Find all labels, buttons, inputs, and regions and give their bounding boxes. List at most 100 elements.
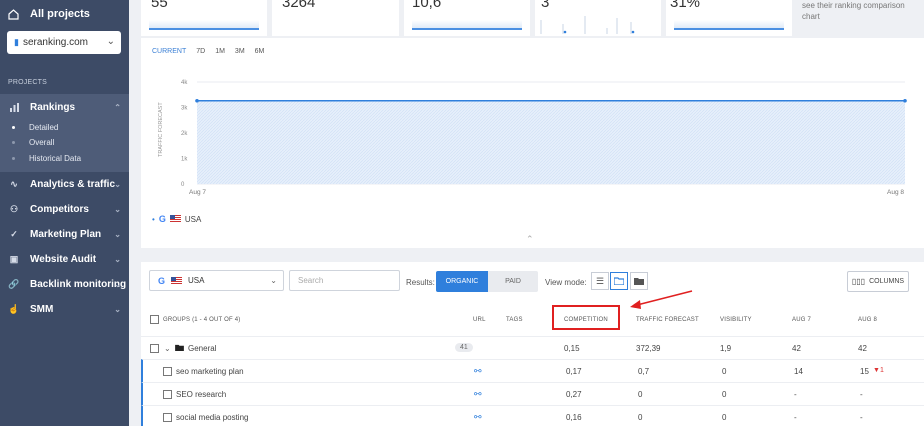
keyword-search-input[interactable]: Search (289, 270, 400, 291)
stat-value-5: 31% (670, 0, 701, 11)
list-view-button[interactable]: ☰ (591, 272, 609, 290)
group-aug8: 42 (858, 344, 867, 353)
y-tick-label: 2k (181, 131, 188, 137)
nav-smm[interactable]: ☝ SMM ⌄ (0, 298, 129, 320)
select-all-checkbox[interactable] (150, 315, 159, 324)
aug8-header[interactable]: AUG 8 (858, 317, 877, 323)
results-label: Results: (406, 278, 435, 287)
x-tick-label: Aug 7 (189, 189, 206, 196)
keyword-traffic: 0 (638, 390, 643, 399)
keyword-competition: 0,27 (566, 390, 582, 399)
site-select[interactable]: ▮ seranking.com ⌄ (7, 31, 121, 54)
tab-6m[interactable]: 6M (255, 48, 265, 55)
data-point (195, 98, 199, 103)
group-competition: 0,15 (564, 344, 580, 353)
organic-toggle[interactable]: ORGANIC (436, 271, 488, 292)
drop-arrow-icon: ▼ (873, 367, 880, 374)
chevron-down-icon: ⌄ (114, 229, 121, 239)
tags-header[interactable]: TAGS (506, 317, 523, 323)
url-header[interactable]: URL (473, 317, 486, 323)
group-row[interactable]: ⌄ General 41 0,15 372,39 1,9 42 42 (141, 336, 924, 359)
stat-card-5[interactable]: 31% (666, 0, 792, 36)
search-placeholder: Search (298, 276, 324, 285)
groups-header: GROUPS (1 - 4 OUT OF 4) (150, 315, 241, 324)
row-checkbox[interactable] (163, 390, 172, 401)
nav-website-audit[interactable]: ▣ Website Audit ⌄ (0, 248, 129, 270)
nav-rankings[interactable]: Rankings ⌃ (0, 96, 129, 118)
sub-detailed[interactable]: Detailed (12, 123, 58, 132)
link-icon[interactable]: ⚯ (474, 389, 482, 400)
chevron-down-icon: ⌄ (114, 254, 121, 264)
keyword-aug8: - (860, 413, 863, 422)
stat-card-2[interactable]: 3264 (272, 0, 399, 36)
keyword-row[interactable]: SEO research ⚯ 0,27 0 0 - - (141, 382, 924, 405)
site-name: seranking.com (22, 37, 88, 48)
grouped-view-button[interactable] (630, 272, 648, 290)
nav-marketing-plan[interactable]: ✓ Marketing Plan ⌄ (0, 223, 129, 245)
stat-value-3: 10,6 (412, 0, 442, 11)
sub-historical-data[interactable]: Historical Data (12, 154, 81, 163)
collapse-chart-icon[interactable]: ⌃ (526, 234, 534, 245)
tab-3m[interactable]: 3M (235, 48, 245, 55)
people-icon: ⚇ (9, 203, 19, 214)
nav-analytics-traffic[interactable]: ∿ Analytics & traffic ⌄ (0, 173, 129, 195)
home-icon (8, 8, 20, 20)
stat-card-1[interactable]: 55 (141, 0, 267, 36)
aug7-header[interactable]: AUG 7 (792, 317, 811, 323)
tab-current[interactable]: CURRENT (152, 48, 186, 55)
us-flag-icon (169, 215, 181, 223)
google-icon: G (158, 275, 166, 286)
search-engine-select[interactable]: G USA ⌄ (149, 270, 284, 291)
keyword-visibility: 0 (722, 390, 727, 399)
stat-card-3[interactable]: 10,6 (404, 0, 530, 36)
keyword-name: social media posting (176, 413, 249, 422)
series-area (197, 100, 905, 184)
nav-backlink-monitoring[interactable]: 🔗 Backlink monitoring ⌄ (0, 273, 129, 295)
competition-highlight-box (552, 305, 620, 330)
chevron-down-icon[interactable]: ⌄ (164, 344, 171, 353)
chevron-down-icon: ⌄ (114, 304, 121, 314)
checklist-icon: ✓ (10, 228, 18, 239)
link-icon[interactable]: ⚯ (474, 412, 482, 423)
chevron-up-icon: ⌃ (114, 102, 121, 112)
paid-toggle[interactable]: PAID (488, 271, 538, 292)
keyword-visibility: 0 (722, 367, 727, 376)
columns-button[interactable]: ▯▯▯ COLUMNS (847, 271, 909, 292)
list-icon: ☰ (595, 275, 605, 286)
keyword-traffic: 0,7 (638, 367, 650, 376)
row-checkbox[interactable] (163, 413, 172, 424)
keyword-row[interactable]: social media posting ⚯ 0,16 0 0 - - (141, 405, 924, 426)
stat-value-2: 3264 (282, 0, 316, 11)
keyword-traffic: 0 (638, 413, 643, 422)
stat-sparkline-3 (412, 20, 522, 30)
folder-view-button[interactable] (610, 272, 628, 290)
y-tick-label: 4k (181, 80, 188, 86)
us-flag-icon (171, 276, 183, 285)
keyword-aug7: - (794, 390, 797, 399)
group-checkbox[interactable] (150, 344, 159, 355)
thumbs-up-icon: ☝ (8, 303, 20, 314)
chart-legend[interactable]: • G USA (152, 214, 201, 224)
keyword-row[interactable]: seo marketing plan ⚯ 0,17 0,7 0 14 15 ▼1 (141, 359, 924, 382)
bullet-icon (12, 126, 15, 129)
sub-detailed-label: Detailed (29, 123, 59, 132)
keyword-competition: 0,16 (566, 413, 582, 422)
bullet-icon (12, 141, 15, 144)
tab-1m[interactable]: 1M (215, 48, 225, 55)
link-icon[interactable]: ⚯ (474, 366, 482, 377)
traffic-forecast-header[interactable]: TRAFFIC FORECAST (636, 317, 699, 323)
all-projects-link[interactable]: All projects (0, 0, 129, 28)
visibility-header[interactable]: VISIBILITY (720, 317, 752, 323)
keyword-visibility: 0 (722, 413, 727, 422)
stat-card-4[interactable]: 3 (535, 0, 661, 36)
row-checkbox[interactable] (163, 367, 172, 378)
group-traffic: 372,39 (636, 344, 661, 353)
stat-sparkline-1 (149, 20, 259, 30)
stat-value-1: 55 (151, 0, 168, 11)
sub-overall[interactable]: Overall (12, 138, 54, 147)
site-chart-icon: ▮ (14, 37, 19, 47)
tab-7d[interactable]: 7D (196, 48, 205, 55)
group-visibility: 1,9 (720, 344, 732, 353)
nav-competitors[interactable]: ⚇ Competitors ⌄ (0, 198, 129, 220)
nav-marketing-label: Marketing Plan (30, 228, 102, 240)
